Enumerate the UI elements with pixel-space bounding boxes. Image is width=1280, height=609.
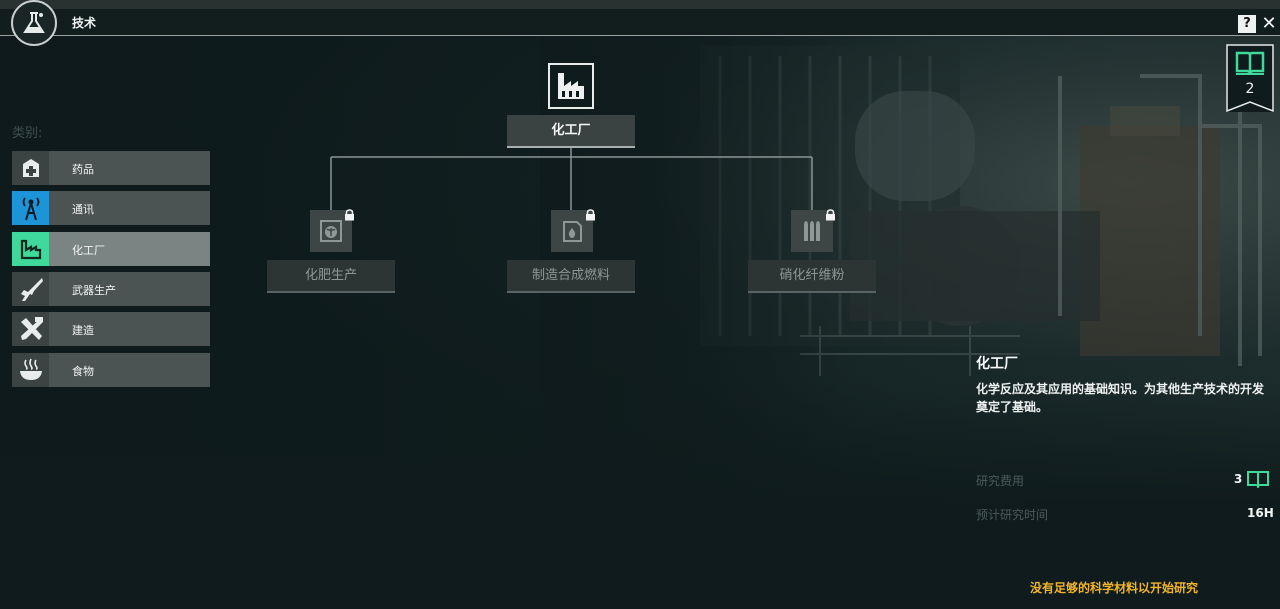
research-points-count: 2 [1245,81,1255,97]
category-label: 食物 [72,365,94,378]
top-status-strip [0,0,1280,9]
factory-icon [12,232,49,266]
ammo-icon [804,221,820,241]
category-chemical-plant[interactable]: 化工厂 [12,232,210,266]
antenna-icon [12,191,49,225]
tech-node-synthetic-fuel[interactable]: 制造合成燃料 [507,260,635,293]
research-time-label: 预计研究时间 [976,508,1049,522]
window-title: 技术 [72,16,97,30]
research-cost-value: 3 [1234,472,1243,486]
lock-icon [345,209,354,221]
category-label: 建造 [72,324,94,337]
close-button[interactable]: ✕ [1259,14,1279,34]
help-button[interactable]: ? [1238,15,1256,33]
category-food[interactable]: 食物 [12,353,210,387]
tech-synthetic-fuel-icon[interactable] [551,209,595,252]
flask-logo-icon [11,0,57,46]
tech-nitrocellulose-icon[interactable] [791,209,835,252]
category-communications[interactable]: 通讯 [12,191,210,225]
tech-node-root[interactable]: 化工厂 [507,115,635,148]
category-construction[interactable]: 建造 [12,312,210,346]
detail-title: 化工厂 [976,356,1018,372]
tech-root-icon[interactable] [548,63,594,109]
tech-node-fertilizer[interactable]: 化肥生产 [267,260,395,293]
tech-node-nitrocellulose[interactable]: 硝化纤维粉 [748,260,876,293]
fuel-can-icon [563,221,582,242]
soup-icon [12,353,49,387]
category-label: 化工厂 [72,244,105,257]
rifle-icon [12,272,49,306]
research-time-value: 16H [1247,506,1274,520]
insufficient-materials-warning: 没有足够的科学材料以开始研究 [1030,581,1199,595]
research-points-badge: 2 [1226,44,1274,112]
category-label: 通讯 [72,203,94,216]
category-label: 武器生产 [72,284,116,297]
book-icon [1235,51,1265,75]
fertilizer-icon [320,220,342,242]
lock-icon [586,209,595,221]
category-medicine[interactable]: 药品 [12,151,210,185]
factory-icon [558,73,584,99]
category-weapons[interactable]: 武器生产 [12,272,210,306]
medkit-icon [12,151,49,185]
tools-icon [12,312,49,346]
lock-icon [826,209,835,221]
category-label: 药品 [72,163,94,176]
tech-fertilizer-icon[interactable] [310,209,354,252]
book-icon [1247,471,1269,488]
categories-label: 类别: [12,126,43,141]
research-cost-label: 研究费用 [976,474,1025,488]
detail-description: 化学反应及其应用的基础知识。为其他生产技术的开发奠定了基础。 [976,382,1265,414]
window-header: 技术 ? ✕ [0,9,1280,36]
